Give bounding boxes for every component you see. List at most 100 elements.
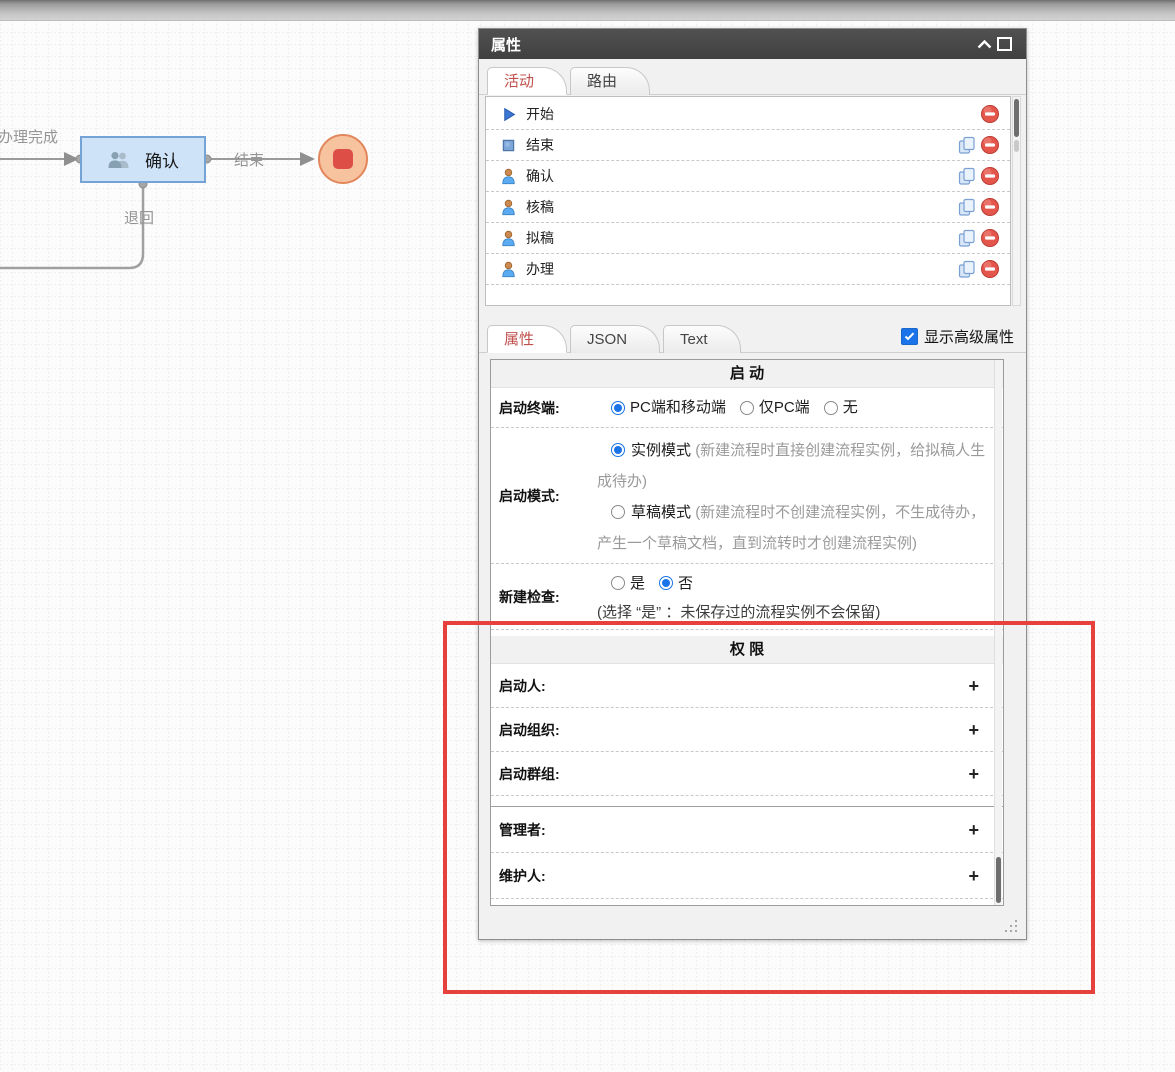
radio-option[interactable]: 实例模式 (新建流程时直接创建流程实例，给拟稿人生成待办) xyxy=(597,435,989,497)
flow-node-label: 确认 xyxy=(145,152,179,171)
activity-row[interactable]: 核稿 xyxy=(486,192,1010,223)
copy-icon[interactable] xyxy=(957,197,977,217)
tab-label: 路由 xyxy=(587,73,618,90)
stop-square-icon xyxy=(500,137,517,154)
radio-label: PC端和移动端 xyxy=(630,399,726,416)
activity-list: 开始 结束 确认 核稿 拟稿 办理 xyxy=(485,96,1011,306)
properties-form: 启 动 启动终端: PC端和移动端 仅PC端 无 启动模式: 实例模式 (新建流… xyxy=(490,359,1004,906)
activity-list-scrollbar[interactable] xyxy=(1012,96,1021,306)
activity-route-tabbar: 活动 路由 xyxy=(479,59,1026,95)
permission-rows-admin: 管理者: + 维护人: + xyxy=(491,806,1003,899)
activity-row[interactable]: 结束 xyxy=(486,130,1010,161)
field-label: 管理者: xyxy=(499,821,546,838)
permission-rows: 启动人: + 启动组织: + 启动群组: + xyxy=(491,664,1003,796)
section-header-start: 启 动 xyxy=(491,360,1003,388)
form-scrollbar[interactable] xyxy=(994,360,1002,905)
maximize-icon[interactable] xyxy=(994,34,1014,54)
flow-label-done: 办理完成 xyxy=(0,129,59,146)
permission-row: 管理者: + xyxy=(491,807,1003,853)
checkbox-label: 显示高级属性 xyxy=(923,329,1014,346)
copy-icon[interactable] xyxy=(957,166,977,186)
radio-option[interactable]: 是 xyxy=(611,569,645,598)
field-label: 启动群组: xyxy=(499,765,560,782)
top-tab[interactable]: 活动 xyxy=(487,67,568,95)
panel-title: 属性 xyxy=(491,36,522,54)
delete-minus-icon[interactable] xyxy=(980,259,1000,279)
add-button[interactable]: + xyxy=(968,765,979,783)
sub-tab[interactable]: Text xyxy=(663,325,741,353)
radio-icon xyxy=(611,400,625,415)
delete-minus-icon[interactable] xyxy=(980,135,1000,155)
radio-option[interactable]: 否 xyxy=(659,569,693,598)
radio-option[interactable]: 草稿模式 (新建流程时不创建流程实例，不生成待办，产生一个草稿文档，直到流转时才… xyxy=(597,497,989,559)
radio-label: 仅PC端 xyxy=(758,399,810,416)
radio-icon xyxy=(611,505,625,519)
checkbox-checked-icon xyxy=(900,328,918,345)
activity-row[interactable]: 开始 xyxy=(486,99,1010,130)
activity-row[interactable]: 拟稿 xyxy=(486,223,1010,254)
form-row-mode: 启动模式: 实例模式 (新建流程时直接创建流程实例，给拟稿人生成待办) 草稿模式… xyxy=(491,428,1003,564)
users-icon xyxy=(107,151,131,169)
add-button[interactable]: + xyxy=(968,867,979,885)
radio-icon xyxy=(823,400,838,415)
radio-label: 否 xyxy=(678,574,694,592)
radio-label: 实例模式 xyxy=(631,442,692,459)
scrollbar-thumb[interactable] xyxy=(996,857,1001,903)
advanced-properties-checkbox[interactable]: 显示高级属性 xyxy=(900,326,1014,347)
play-icon xyxy=(500,106,517,123)
window-top-bar xyxy=(0,0,1175,21)
person-icon xyxy=(500,230,517,247)
top-tab[interactable]: 路由 xyxy=(570,67,651,95)
collapse-chevron-icon[interactable] xyxy=(974,34,994,54)
panel-header[interactable]: 属性 xyxy=(479,29,1026,59)
add-button[interactable]: + xyxy=(968,721,979,739)
properties-panel: 属性 活动 路由 开始 结束 确认 核稿 拟稿 办理 属性 JSON Text … xyxy=(478,28,1027,940)
copy-icon[interactable] xyxy=(957,259,977,279)
activity-row[interactable]: 确认 xyxy=(486,161,1010,192)
field-label: 启动人: xyxy=(499,677,546,694)
radio-icon xyxy=(611,443,625,457)
delete-minus-icon[interactable] xyxy=(980,104,1000,124)
flow-label-end: 结束 xyxy=(234,152,265,169)
permission-row: 启动组织: + xyxy=(491,708,1003,752)
radio-icon xyxy=(611,576,625,590)
form-row-newcheck: 新建检查: 是 否 (选择 “是” ：未保存过的流程实例不会保留) xyxy=(491,564,1003,630)
field-label: 维护人: xyxy=(499,867,546,884)
field-label: 新建检查: xyxy=(499,588,560,605)
radio-label: 无 xyxy=(842,399,858,416)
flow-node-end[interactable] xyxy=(318,134,368,184)
copy-icon[interactable] xyxy=(957,135,977,155)
resize-grip[interactable] xyxy=(1005,920,1017,932)
activity-label: 核稿 xyxy=(526,199,554,215)
tab-label: JSON xyxy=(587,331,628,348)
radio-icon xyxy=(739,400,754,415)
sub-tab[interactable]: JSON xyxy=(570,325,661,353)
delete-minus-icon[interactable] xyxy=(980,166,1000,186)
radio-option[interactable]: 仅PC端 xyxy=(739,392,810,423)
add-button[interactable]: + xyxy=(968,821,979,839)
tab-label: 活动 xyxy=(504,73,535,90)
activity-label: 开始 xyxy=(526,106,554,122)
flow-node-confirm[interactable]: 确认 xyxy=(80,136,206,183)
newcheck-note: (选择 “是” ：未保存过的流程实例不会保留) xyxy=(597,604,881,621)
person-icon xyxy=(500,199,517,216)
scrollbar-thumb[interactable] xyxy=(1014,99,1019,137)
sub-tab[interactable]: 属性 xyxy=(487,325,568,353)
tab-label: 属性 xyxy=(504,331,535,348)
delete-minus-icon[interactable] xyxy=(980,197,1000,217)
permission-row: 维护人: + xyxy=(491,853,1003,899)
person-icon xyxy=(500,261,517,278)
delete-minus-icon[interactable] xyxy=(980,228,1000,248)
radio-icon xyxy=(659,576,674,590)
permission-row: 启动群组: + xyxy=(491,752,1003,796)
copy-icon[interactable] xyxy=(957,228,977,248)
radio-option[interactable]: 无 xyxy=(823,392,858,423)
radio-option[interactable]: PC端和移动端 xyxy=(611,392,726,423)
activity-label: 拟稿 xyxy=(526,230,554,246)
field-label: 启动组织: xyxy=(499,721,560,738)
flow-label-back: 退回 xyxy=(124,210,155,227)
add-button[interactable]: + xyxy=(968,677,979,695)
activity-row[interactable]: 办理 xyxy=(486,254,1010,285)
activity-label: 结束 xyxy=(526,137,554,153)
form-row-terminal: 启动终端: PC端和移动端 仅PC端 无 xyxy=(491,388,1003,428)
